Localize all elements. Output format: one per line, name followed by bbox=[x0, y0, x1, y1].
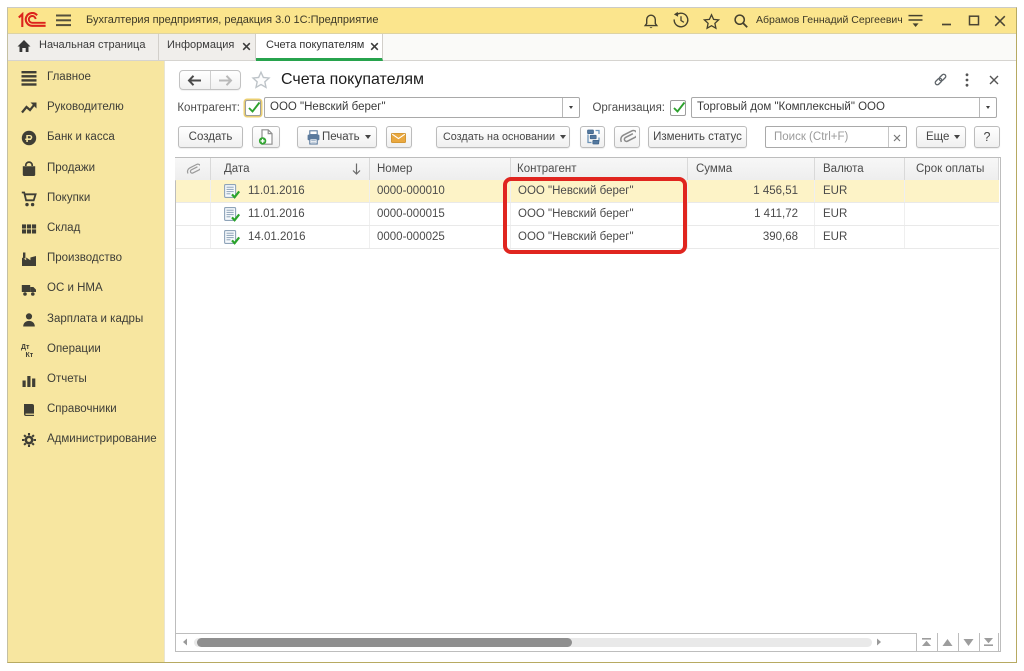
svg-text:Дт: Дт bbox=[21, 344, 30, 351]
svg-text:Кт: Кт bbox=[26, 352, 34, 358]
